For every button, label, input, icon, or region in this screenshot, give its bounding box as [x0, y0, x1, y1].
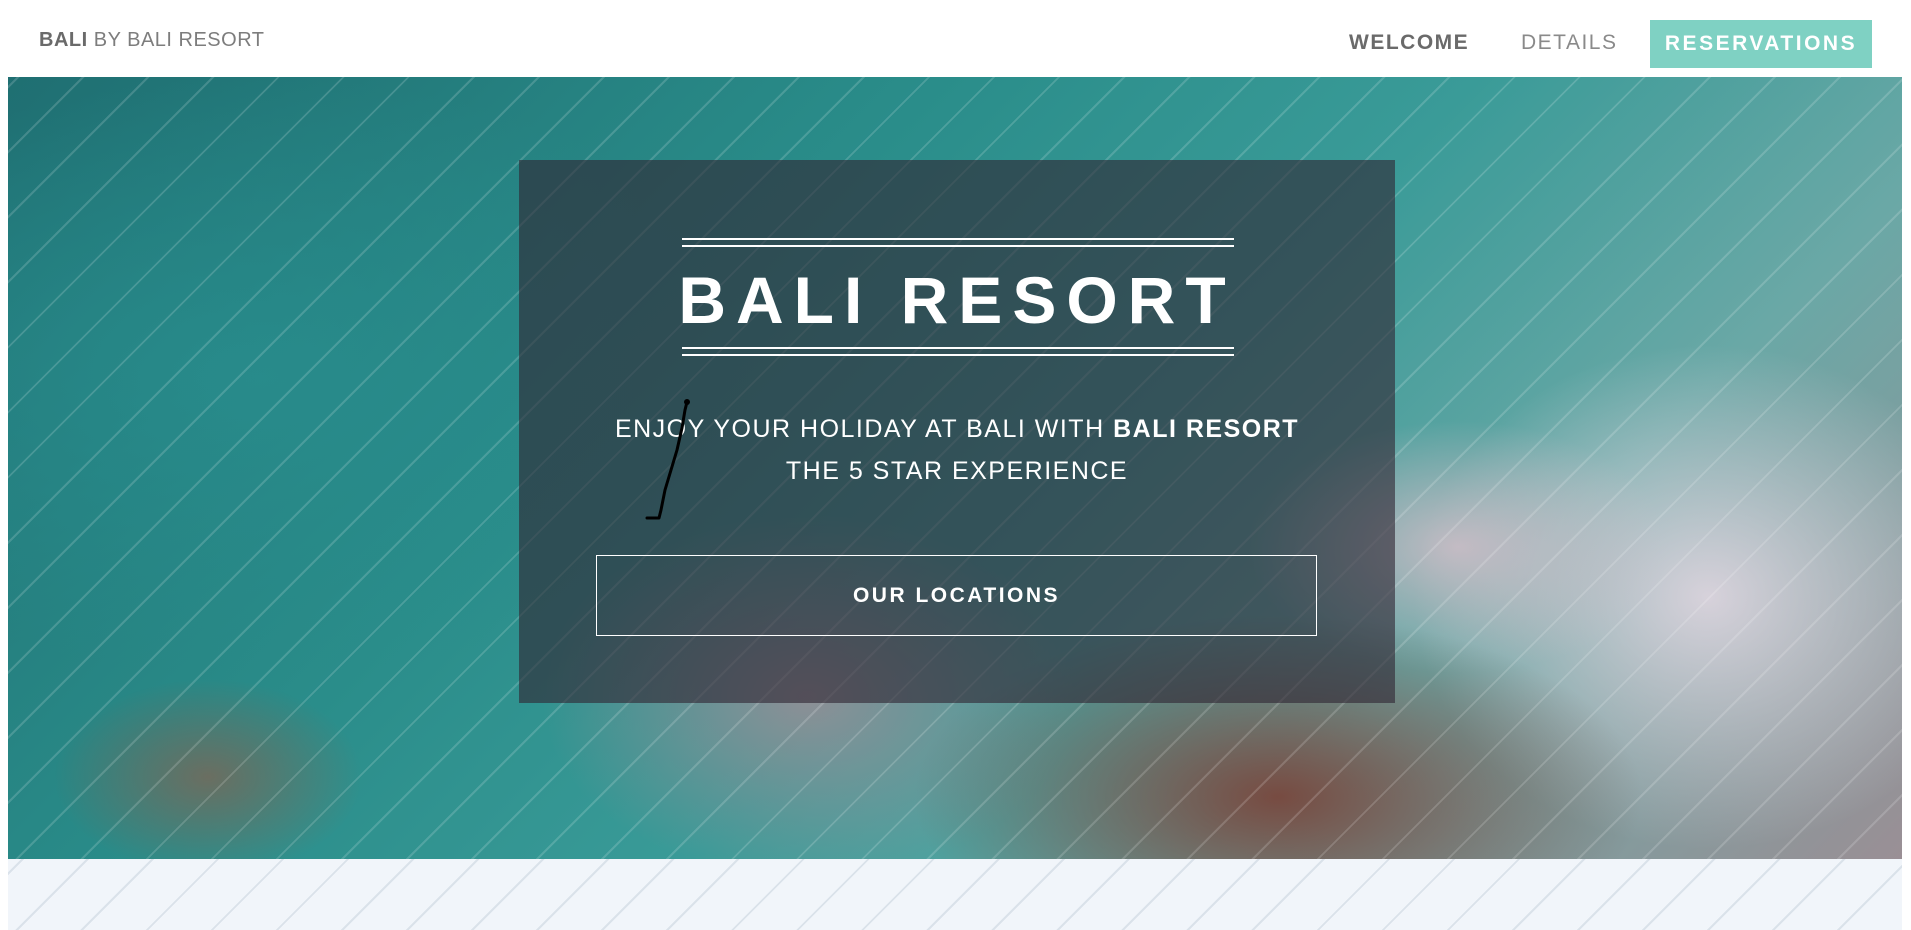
top-navigation: BALI BY BALI RESORT WELCOME DETAILS RESE…: [0, 0, 1911, 77]
reservations-button[interactable]: RESERVATIONS: [1650, 20, 1872, 68]
hero-section: BALI RESORT ENJOY YOUR HOLIDAY AT BALI W…: [8, 77, 1902, 859]
brand-name: BALI: [39, 29, 88, 51]
pen-stroke-mark: [645, 399, 690, 520]
section-diagonal-pattern: [8, 859, 1902, 930]
site-logo[interactable]: BALI BY BALI RESORT: [39, 29, 265, 52]
nav-link-welcome[interactable]: WELCOME: [1349, 31, 1469, 55]
content-section-top: [8, 859, 1902, 930]
page: BALI BY BALI RESORT WELCOME DETAILS RESE…: [0, 0, 1911, 930]
nav-link-details[interactable]: DETAILS: [1521, 31, 1617, 55]
brand-tagline: BY BALI RESORT: [93, 29, 265, 51]
hero-panel: BALI RESORT ENJOY YOUR HOLIDAY AT BALI W…: [519, 160, 1395, 703]
